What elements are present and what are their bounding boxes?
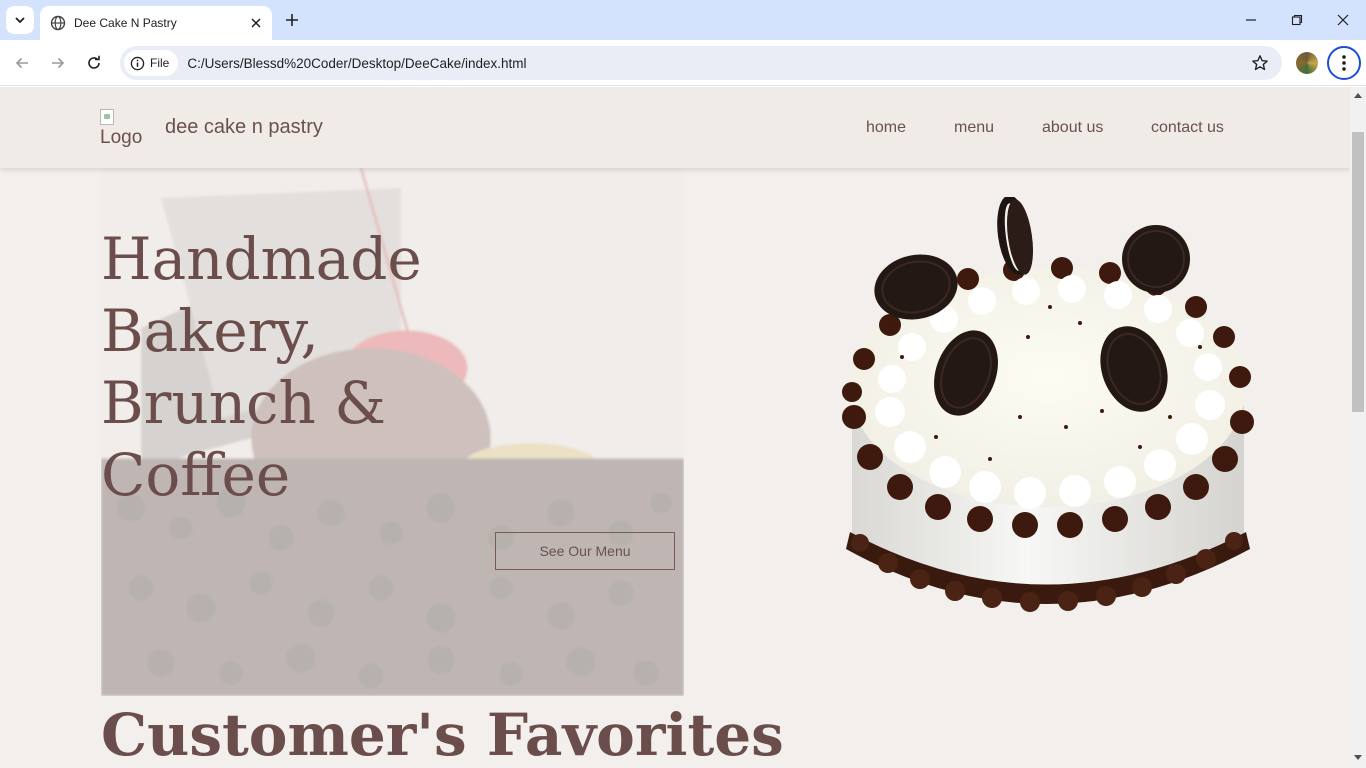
nav-link-home[interactable]: home (866, 119, 906, 137)
cake-image (842, 197, 1254, 612)
plus-icon (286, 14, 298, 26)
page-scrollbar[interactable] (1350, 87, 1366, 768)
scroll-down-arrow-icon[interactable] (1354, 755, 1362, 760)
new-tab-button[interactable] (280, 8, 304, 32)
nav-link-menu[interactable]: menu (954, 119, 994, 137)
section-title-favorites: Customer's Favorites (101, 701, 784, 768)
logo-image[interactable]: Logo (100, 109, 150, 149)
page-viewport: Logo dee cake n pastry home menu about u… (0, 87, 1350, 768)
site-info-chip[interactable]: File (124, 50, 179, 76)
back-button[interactable] (7, 48, 37, 78)
restore-icon (1291, 14, 1303, 26)
chevron-down-icon (15, 17, 25, 24)
forward-button[interactable] (43, 48, 73, 78)
reload-icon (88, 55, 100, 69)
browser-tab[interactable]: Dee Cake N Pastry (40, 6, 272, 40)
arrow-left-icon (15, 57, 28, 69)
minimize-button[interactable] (1228, 0, 1274, 40)
tab-search-button[interactable] (6, 6, 34, 34)
close-window-button[interactable] (1320, 0, 1366, 40)
nav-link-contact[interactable]: contact us (1151, 119, 1224, 137)
minimize-icon (1246, 19, 1256, 21)
arrow-right-icon (52, 57, 65, 69)
brand-name[interactable]: dee cake n pastry (165, 116, 323, 139)
tab-title: Dee Cake N Pastry (74, 16, 177, 30)
reload-button[interactable] (79, 48, 109, 78)
close-icon (1337, 14, 1349, 26)
globe-icon (50, 15, 66, 31)
logo-alt-text: Logo (100, 127, 143, 148)
url-text[interactable]: C:/Users/Blessd%20Coder/Desktop/DeeCake/… (187, 56, 526, 71)
bookmark-star-icon[interactable] (1250, 53, 1270, 73)
hero-title: Handmade Bakery, Brunch & Coffee (101, 223, 521, 511)
broken-image-icon (100, 109, 114, 125)
browser-tabstrip: Dee Cake N Pastry (0, 0, 1366, 40)
hero-title-line: Brunch & (101, 369, 386, 437)
hero-title-line: Coffee (101, 441, 291, 509)
hero-title-line: Bakery, (101, 297, 319, 365)
nav-link-about[interactable]: about us (1042, 119, 1103, 137)
tab-close-icon[interactable] (248, 15, 264, 31)
address-bar[interactable]: File C:/Users/Blessd%20Coder/Desktop/Dee… (120, 46, 1282, 80)
info-icon (130, 56, 145, 70)
browser-menu-button[interactable] (1327, 46, 1361, 80)
site-header: Logo dee cake n pastry home menu about u… (0, 87, 1350, 168)
scroll-up-arrow-icon[interactable] (1354, 93, 1362, 98)
profile-avatar[interactable] (1296, 52, 1318, 74)
browser-toolbar: File C:/Users/Blessd%20Coder/Desktop/Dee… (0, 40, 1366, 86)
see-our-menu-button[interactable]: See Our Menu (495, 532, 675, 570)
site-info-label: File (150, 56, 170, 70)
restore-button[interactable] (1274, 0, 1320, 40)
hero-title-line: Handmade (101, 225, 422, 293)
more-vert-icon (1342, 55, 1346, 71)
scrollbar-thumb[interactable] (1352, 132, 1364, 412)
